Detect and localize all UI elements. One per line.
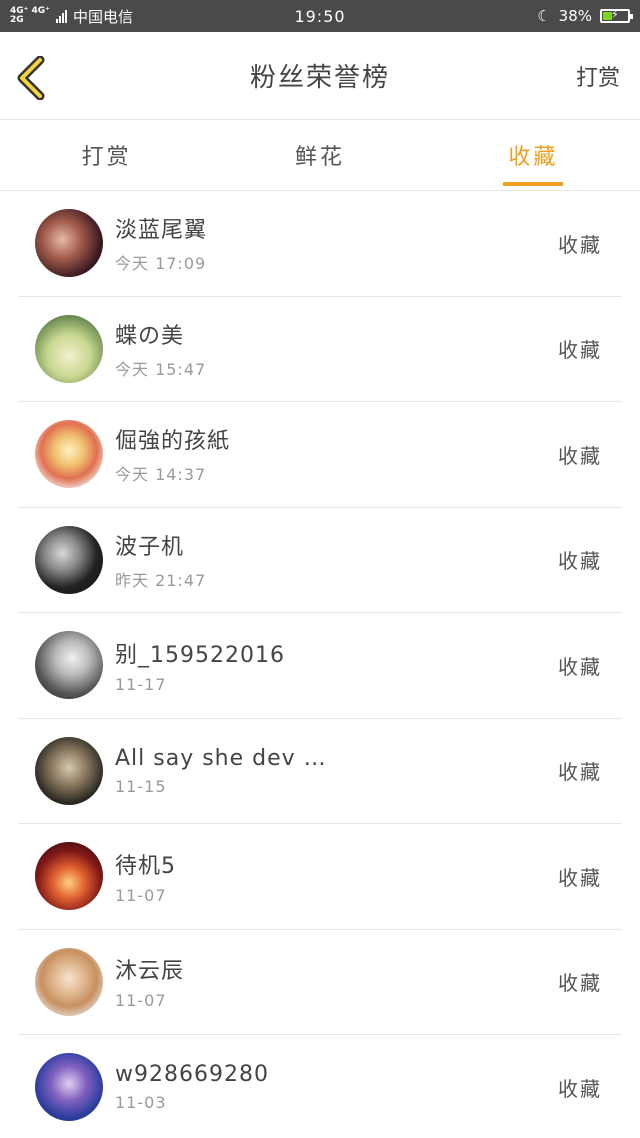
avatar[interactable]	[35, 947, 103, 1016]
tab-bar: 打赏 鲜花 收藏	[0, 120, 640, 191]
moon-icon: ☾	[537, 7, 551, 25]
list-item[interactable]: w928669280 11-03 收藏	[18, 1035, 622, 1138]
charging-icon: ⚡	[611, 8, 619, 21]
user-info: 待机5 11-07	[115, 848, 558, 905]
user-time: 今天 17:09	[115, 254, 207, 274]
list-item[interactable]: 淡蓝尾翼 今天 17:09 收藏	[18, 191, 622, 297]
user-name: w928669280	[115, 1062, 269, 1088]
action-label: 收藏	[558, 443, 602, 468]
status-right: ☾ 38% ⚡	[537, 7, 633, 25]
battery-percent: 38%	[558, 7, 592, 25]
user-name: 倔強的孩紙	[115, 429, 231, 455]
user-name: 波子机	[115, 534, 185, 560]
user-name: 别_159522016	[115, 642, 285, 668]
list-item[interactable]: 蝶の美 今天 15:47 收藏	[18, 297, 622, 402]
user-info: 沐云辰 11-07	[115, 953, 558, 1010]
list-item[interactable]: 待机5 11-07 收藏	[18, 824, 622, 930]
action-label: 收藏	[558, 549, 602, 574]
signal-icon	[55, 9, 67, 23]
user-info: All say she dev … 11-15	[115, 746, 558, 796]
action-label: 收藏	[558, 760, 602, 785]
list-item[interactable]: 沐云辰 11-07 收藏	[18, 930, 622, 1035]
action-label: 收藏	[558, 654, 602, 679]
carrier-name: 中国电信	[72, 7, 133, 26]
user-info: 淡蓝尾翼今天 17:09	[115, 212, 558, 274]
chevron-left-icon	[17, 55, 45, 101]
tab-flowers[interactable]: 鲜花	[213, 120, 426, 190]
fan-list: 淡蓝尾翼 今天 17:09 收藏 蝶の美 今天 15:47 收藏 倔強的孩紙 今天 14:37…	[0, 191, 640, 1138]
user-name: All say she dev …	[115, 745, 327, 771]
user-time: 11-15	[115, 776, 167, 796]
action-label: 收藏	[558, 971, 602, 996]
user-name: 沐云辰	[115, 959, 185, 985]
avatar[interactable]	[35, 420, 103, 489]
list-item[interactable]: All say she dev … 11-15 收藏	[18, 719, 622, 824]
list-item[interactable]: 波子机 昨天 21:47 收藏	[18, 508, 622, 613]
network-bottom: 2G	[10, 15, 24, 25]
reward-button[interactable]: 打赏	[576, 60, 620, 92]
list-item[interactable]: 倔強的孩紙 今天 14:37 收藏	[18, 402, 622, 508]
tab-favorites[interactable]: 收藏	[427, 120, 640, 190]
navigation-bar: 粉丝荣誉榜 打赏	[0, 32, 640, 120]
action-label: 收藏	[558, 232, 602, 257]
avatar[interactable]	[35, 314, 103, 383]
tab-reward[interactable]: 打赏	[0, 120, 213, 190]
user-time: 11-07	[115, 991, 167, 1011]
network-type: 4G⁺ 4G⁺ 2G	[10, 7, 50, 25]
user-name: 淡蓝尾翼	[115, 218, 208, 244]
avatar[interactable]	[35, 525, 103, 594]
avatar[interactable]	[35, 631, 103, 700]
user-time: 11-07	[115, 885, 167, 905]
user-time: 昨天 21:47	[115, 570, 207, 590]
user-info: 倔強的孩紙今天 14:37	[115, 423, 558, 485]
user-time: 今天 14:37	[115, 465, 207, 485]
page-title: 粉丝荣誉榜	[249, 63, 390, 93]
avatar[interactable]	[35, 1053, 103, 1122]
back-button[interactable]	[14, 55, 54, 101]
avatar[interactable]	[35, 842, 103, 911]
battery-icon: ⚡	[600, 8, 633, 23]
user-name: 待机5	[115, 853, 176, 879]
user-info: 别_159522016 11-17	[115, 637, 558, 694]
list-item[interactable]: 别_159522016 11-17 收藏	[18, 613, 622, 719]
user-info: w928669280 11-03	[115, 1062, 558, 1112]
action-label: 收藏	[558, 865, 602, 890]
user-info: 波子机昨天 21:47	[115, 529, 558, 591]
status-left: 4G⁺ 4G⁺ 2G 中国电信	[10, 6, 133, 27]
action-label: 收藏	[558, 338, 602, 363]
user-info: 蝶の美今天 15:47	[115, 318, 558, 380]
avatar[interactable]	[35, 209, 103, 278]
user-name: 蝶の美	[115, 323, 185, 349]
user-time: 11-17	[115, 674, 167, 694]
user-time: 今天 15:47	[115, 359, 207, 379]
action-label: 收藏	[558, 1076, 602, 1101]
avatar[interactable]	[35, 736, 103, 805]
user-time: 11-03	[115, 1093, 167, 1113]
status-bar: 4G⁺ 4G⁺ 2G 中国电信 19:50 ☾ 38% ⚡	[0, 0, 640, 32]
